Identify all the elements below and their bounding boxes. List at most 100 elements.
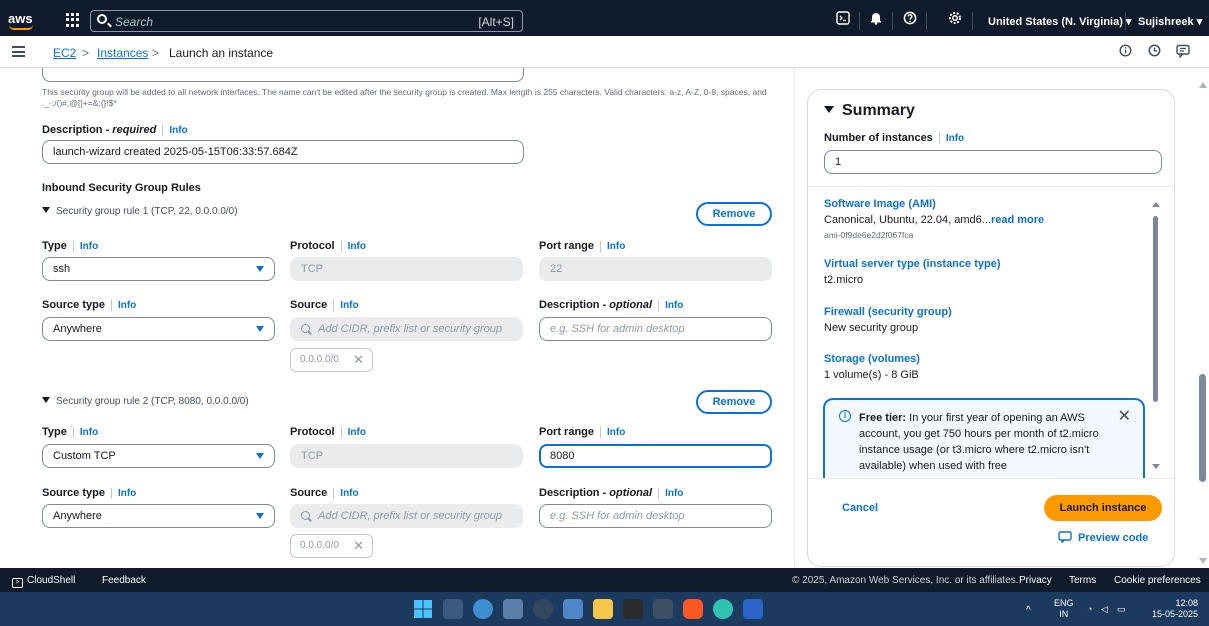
rule-1-protocol-field: TCP bbox=[290, 257, 523, 281]
aws-top-nav: aws Search [Alt+S] United States (N. Vir… bbox=[0, 6, 1209, 36]
privacy-link[interactable]: Privacy bbox=[1019, 575, 1052, 586]
history-icon[interactable] bbox=[1146, 44, 1162, 60]
rule-2-port-input[interactable]: 8080 bbox=[539, 444, 772, 468]
ami-link[interactable]: Software Image (AMI) bbox=[824, 198, 936, 210]
feedback-icon[interactable] bbox=[1175, 44, 1191, 60]
scroll-up-arrow-icon[interactable] bbox=[1199, 82, 1207, 88]
summary-title[interactable]: Summary bbox=[824, 102, 915, 120]
rule-2-description-label: Description - optional Info bbox=[539, 487, 684, 499]
battery-icon[interactable]: ▭ bbox=[1117, 604, 1126, 615]
description-info-link[interactable]: Info bbox=[162, 125, 188, 136]
copilot-icon[interactable] bbox=[473, 599, 493, 619]
number-of-instances-label: Number of instances Info bbox=[824, 132, 965, 144]
rule-1-source-type-select[interactable]: Anywhere bbox=[42, 317, 275, 341]
description-input[interactable]: launch-wizard created 2025-05-15T06:33:5… bbox=[42, 140, 524, 164]
rule-1-source-type-info-link[interactable]: Info bbox=[110, 300, 137, 311]
task-view-icon[interactable] bbox=[443, 599, 463, 619]
rule-2-remove-button[interactable]: Remove bbox=[696, 390, 772, 414]
preview-code-button[interactable]: Preview code bbox=[1058, 531, 1148, 544]
terminal-icon[interactable] bbox=[653, 599, 673, 619]
breadcrumb-bar: EC2 > Instances > Launch an instance bbox=[0, 36, 1209, 68]
clock[interactable]: 12:08 15-05-2025 bbox=[1146, 598, 1198, 620]
rule-2-description-input[interactable]: e.g. SSH for admin desktop bbox=[539, 504, 772, 528]
feedback-button[interactable]: Feedback bbox=[102, 575, 146, 586]
rule-1-remove-button[interactable]: Remove bbox=[696, 202, 772, 226]
rule-2-type-select[interactable]: Custom TCP bbox=[42, 444, 275, 468]
number-of-instances-value: 1 bbox=[835, 156, 842, 168]
file-explorer-icon[interactable] bbox=[593, 599, 613, 619]
rule-2-header[interactable]: Security group rule 2 (TCP, 8080, 0.0.0.… bbox=[42, 396, 249, 407]
rule-1-header[interactable]: Security group rule 1 (TCP, 22, 0.0.0.0/… bbox=[42, 206, 238, 217]
notifications-bell-icon[interactable] bbox=[866, 11, 886, 31]
pane-divider[interactable] bbox=[794, 68, 795, 568]
services-grid-icon[interactable] bbox=[66, 13, 80, 27]
summary-scrollbar-thumb[interactable] bbox=[1153, 216, 1158, 402]
close-icon[interactable]: ✕ bbox=[1118, 406, 1131, 426]
storage-link[interactable]: Storage (volumes) bbox=[824, 353, 920, 365]
aws-logo-smile bbox=[9, 25, 33, 30]
rule-1-port-info-link[interactable]: Info bbox=[600, 241, 626, 252]
free-tier-alert: i Free tier: In your first year of openi… bbox=[823, 398, 1145, 478]
expand-caret-icon bbox=[42, 207, 50, 213]
storage-value: 1 volume(s) - 8 GiB bbox=[824, 369, 919, 381]
breadcrumb-separator: > bbox=[82, 46, 90, 60]
widgets-icon[interactable] bbox=[503, 599, 523, 619]
volume-icon[interactable]: ◁ bbox=[1101, 604, 1108, 615]
breadcrumb-ec2[interactable]: EC2 bbox=[53, 46, 76, 60]
rule-1-type-info-link[interactable]: Info bbox=[72, 241, 99, 252]
number-of-instances-info-link[interactable]: Info bbox=[938, 133, 965, 144]
photos-icon[interactable] bbox=[563, 599, 583, 619]
network-icon[interactable]: ◔ bbox=[1087, 604, 1092, 615]
account-menu[interactable]: Sujishreek ▾ bbox=[1138, 15, 1202, 28]
aws-logo[interactable]: aws bbox=[8, 11, 36, 31]
tray-overflow-icon[interactable]: ^ bbox=[1026, 605, 1031, 616]
rule-1-description-input[interactable]: e.g. SSH for admin desktop bbox=[539, 317, 772, 341]
language-indicator[interactable]: ENG IN bbox=[1054, 598, 1074, 620]
summary-scroll-down[interactable] bbox=[1152, 464, 1160, 469]
instance-type-link[interactable]: Virtual server type (instance type) bbox=[824, 258, 1000, 270]
rule-2-source-info-link[interactable]: Info bbox=[333, 488, 359, 499]
launch-instance-button[interactable]: Launch instance bbox=[1044, 495, 1162, 521]
firewall-link[interactable]: Firewall (security group) bbox=[824, 306, 952, 318]
word-icon[interactable] bbox=[743, 599, 763, 619]
settings-gear-icon[interactable] bbox=[945, 11, 965, 31]
cancel-button[interactable]: Cancel bbox=[842, 502, 878, 514]
page-scrollbar[interactable] bbox=[1196, 68, 1209, 568]
security-group-name-input[interactable] bbox=[42, 68, 524, 82]
rule-2-protocol-info-link[interactable]: Info bbox=[340, 427, 366, 438]
rule-2-port-info-link[interactable]: Info bbox=[600, 427, 626, 438]
cloudshell-button[interactable]: > CloudShell bbox=[12, 575, 75, 588]
inbound-rules-heading: Inbound Security Group Rules bbox=[42, 182, 201, 194]
terms-link[interactable]: Terms bbox=[1069, 575, 1096, 586]
global-search-input[interactable]: Search [Alt+S] bbox=[90, 10, 523, 32]
chrome-icon[interactable] bbox=[533, 599, 553, 619]
rule-2-source-type-select[interactable]: Anywhere bbox=[42, 504, 275, 528]
rule-1-port-label: Port range Info bbox=[539, 240, 626, 252]
epic-games-icon[interactable] bbox=[623, 599, 643, 619]
edge-icon[interactable] bbox=[713, 599, 733, 619]
region-selector[interactable]: United States (N. Virginia) ▾ bbox=[988, 15, 1131, 28]
windows-start-icon[interactable] bbox=[413, 599, 433, 619]
cloudshell-icon[interactable] bbox=[833, 11, 853, 31]
page-scrollbar-thumb[interactable] bbox=[1199, 374, 1206, 482]
breadcrumb-separator: > bbox=[152, 46, 160, 60]
summary-scroll-up[interactable] bbox=[1152, 202, 1160, 207]
cookie-preferences-link[interactable]: Cookie preferences bbox=[1114, 575, 1201, 586]
brave-icon[interactable] bbox=[683, 599, 703, 619]
rule-1-source-info-link[interactable]: Info bbox=[333, 300, 359, 311]
description-label: Description - required Info bbox=[42, 124, 188, 136]
rule-1-description-placeholder: e.g. SSH for admin desktop bbox=[550, 323, 685, 335]
breadcrumb-instances[interactable]: Instances bbox=[97, 46, 148, 60]
rule-2-description-info-link[interactable]: Info bbox=[658, 488, 684, 499]
menu-hamburger-icon[interactable] bbox=[12, 46, 25, 57]
ami-read-more-link[interactable]: read more bbox=[991, 214, 1044, 226]
help-icon[interactable] bbox=[900, 11, 920, 31]
scroll-down-arrow-icon[interactable] bbox=[1199, 558, 1207, 564]
rule-2-type-info-link[interactable]: Info bbox=[72, 427, 99, 438]
rule-1-protocol-info-link[interactable]: Info bbox=[340, 241, 366, 252]
number-of-instances-input[interactable]: 1 bbox=[824, 150, 1162, 174]
rule-1-description-info-link[interactable]: Info bbox=[658, 300, 684, 311]
info-panel-icon[interactable] bbox=[1117, 44, 1133, 60]
rule-1-type-select[interactable]: ssh bbox=[42, 257, 275, 281]
rule-2-source-type-info-link[interactable]: Info bbox=[110, 488, 137, 499]
